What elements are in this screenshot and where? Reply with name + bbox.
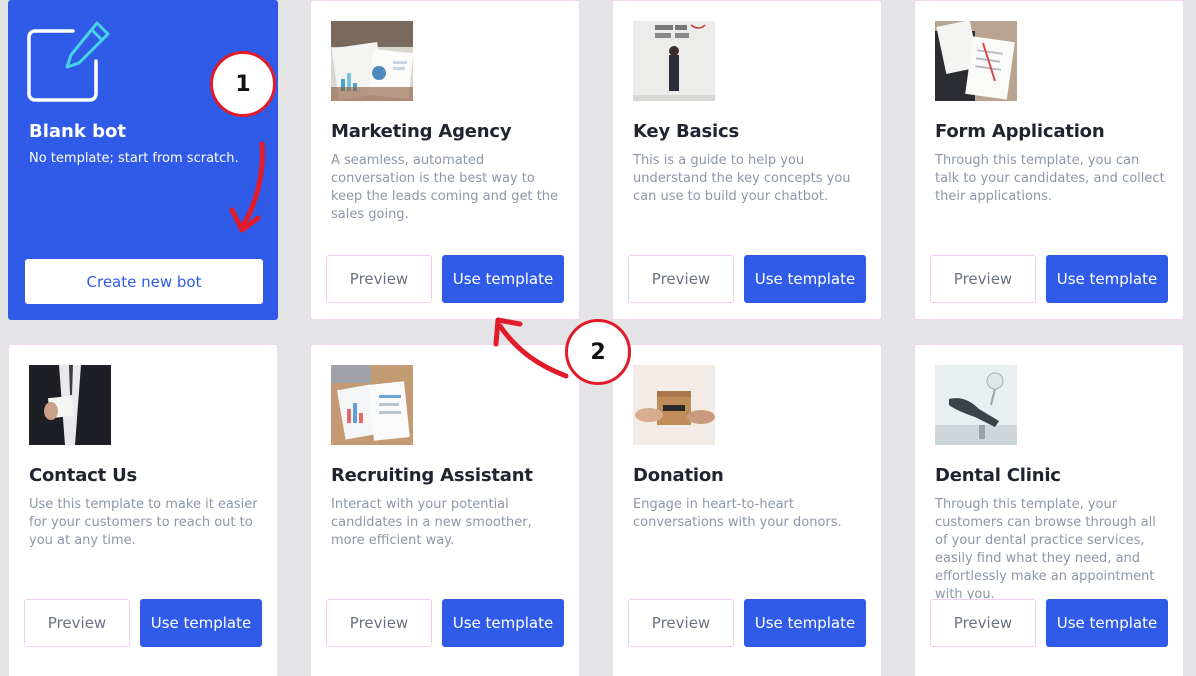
annotation-badge-1: 1	[210, 51, 276, 117]
preview-button[interactable]: Preview	[930, 599, 1036, 647]
man-at-whiteboard-photo	[633, 21, 715, 101]
blank-bot-subtitle: No template; start from scratch.	[29, 151, 239, 166]
template-card-recruiting-assistant: Recruiting Assistant Interact with your …	[310, 344, 580, 676]
use-template-button[interactable]: Use template	[744, 599, 866, 647]
blank-bot-title: Blank bot	[29, 121, 126, 142]
preview-button[interactable]: Preview	[326, 255, 432, 303]
red-arrow-icon	[493, 317, 569, 379]
edit-icon	[27, 21, 110, 102]
business-card-photo	[29, 365, 111, 445]
template-card-marketing-agency: Marketing Agency A seamless, automated c…	[310, 0, 580, 320]
use-template-button[interactable]: Use template	[442, 255, 564, 303]
use-template-button[interactable]: Use template	[442, 599, 564, 647]
template-title: Contact Us	[29, 465, 138, 486]
dental-chair-photo	[935, 365, 1017, 445]
use-template-button[interactable]: Use template	[1046, 599, 1168, 647]
template-description: This is a guide to help you understand t…	[633, 153, 851, 204]
template-title: Recruiting Assistant	[331, 465, 533, 486]
template-title: Donation	[633, 465, 724, 486]
template-description: Through this template, your customers ca…	[935, 497, 1156, 602]
template-description: Interact with your potential candidates …	[331, 497, 532, 548]
preview-button[interactable]: Preview	[24, 599, 130, 647]
annotation-badge-2: 2	[565, 319, 631, 385]
preview-button[interactable]: Preview	[326, 599, 432, 647]
template-card-dental-clinic: Dental Clinic Through this template, you…	[914, 344, 1184, 676]
template-description: Use this template to make it easier for …	[29, 497, 258, 548]
form-writing-photo	[935, 21, 1017, 101]
template-title: Marketing Agency	[331, 121, 512, 142]
template-card-key-basics: Key Basics This is a guide to help you u…	[612, 0, 882, 320]
template-description: Through this template, you can talk to y…	[935, 153, 1165, 204]
use-template-button[interactable]: Use template	[140, 599, 262, 647]
template-card-donation: Donation Engage in heart-to-heart conver…	[612, 344, 882, 676]
use-template-button[interactable]: Use template	[1046, 255, 1168, 303]
preview-button[interactable]: Preview	[628, 255, 734, 303]
marketing-charts-photo	[331, 21, 413, 101]
template-description: A seamless, automated conversation is th…	[331, 153, 559, 222]
template-description: Engage in heart-to-heart conversations w…	[633, 497, 842, 530]
template-title: Form Application	[935, 121, 1105, 142]
create-new-bot-button[interactable]: Create new bot	[25, 259, 263, 304]
red-arrow-icon	[229, 141, 265, 233]
preview-button[interactable]: Preview	[930, 255, 1036, 303]
use-template-button[interactable]: Use template	[744, 255, 866, 303]
template-title: Dental Clinic	[935, 465, 1061, 486]
preview-button[interactable]: Preview	[628, 599, 734, 647]
template-card-form-application: Form Application Through this template, …	[914, 0, 1184, 320]
documents-desk-photo	[331, 365, 413, 445]
template-card-contact-us: Contact Us Use this template to make it …	[8, 344, 278, 676]
template-title: Key Basics	[633, 121, 739, 142]
donation-box-photo	[633, 365, 715, 445]
